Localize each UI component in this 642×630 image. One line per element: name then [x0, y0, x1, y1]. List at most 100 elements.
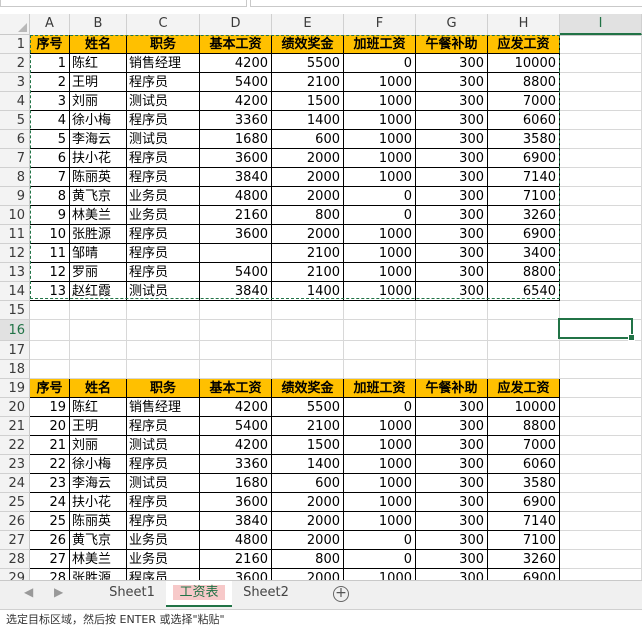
table-cell[interactable]: 4800: [200, 531, 272, 550]
empty-cell[interactable]: [30, 320, 70, 341]
empty-cell[interactable]: [560, 111, 642, 130]
table-cell[interactable]: 2160: [200, 206, 272, 225]
table-cell[interactable]: 6: [30, 149, 70, 168]
table-cell[interactable]: 2160: [200, 550, 272, 569]
table-cell[interactable]: 测试员: [127, 474, 200, 493]
table-cell[interactable]: 300: [416, 168, 488, 187]
column-header[interactable]: F: [344, 14, 416, 35]
table-cell[interactable]: 2100: [272, 73, 344, 92]
table-cell[interactable]: 4200: [200, 436, 272, 455]
table-cell[interactable]: 3840: [200, 512, 272, 531]
table-header-cell[interactable]: 加班工资: [344, 35, 416, 54]
table-header-cell[interactable]: 序号: [30, 35, 70, 54]
table-cell[interactable]: 9: [30, 206, 70, 225]
empty-cell[interactable]: [560, 436, 642, 455]
table-cell[interactable]: 5500: [272, 398, 344, 417]
empty-cell[interactable]: [70, 320, 127, 341]
row-header[interactable]: 16: [0, 320, 30, 341]
table-cell[interactable]: 4200: [200, 54, 272, 73]
empty-cell[interactable]: [560, 168, 642, 187]
table-cell[interactable]: 300: [416, 149, 488, 168]
table-cell[interactable]: 1400: [272, 282, 344, 301]
table-cell[interactable]: 7000: [488, 92, 560, 111]
row-header[interactable]: 7: [0, 149, 30, 168]
table-cell[interactable]: 13: [30, 282, 70, 301]
row-header[interactable]: 2: [0, 54, 30, 73]
table-cell[interactable]: 销售经理: [127, 398, 200, 417]
table-cell[interactable]: 程序员: [127, 111, 200, 130]
table-cell[interactable]: 4200: [200, 398, 272, 417]
table-cell[interactable]: 300: [416, 455, 488, 474]
table-cell[interactable]: 陈丽英: [70, 168, 127, 187]
table-cell[interactable]: 3580: [488, 130, 560, 149]
table-cell[interactable]: 2000: [272, 168, 344, 187]
table-cell[interactable]: 1000: [344, 73, 416, 92]
table-cell[interactable]: 2000: [272, 493, 344, 512]
table-cell[interactable]: 林美兰: [70, 206, 127, 225]
table-cell[interactable]: 300: [416, 550, 488, 569]
row-header[interactable]: 1: [0, 35, 30, 54]
table-header-cell[interactable]: 应发工资: [488, 379, 560, 398]
column-header[interactable]: I: [560, 14, 642, 35]
table-cell[interactable]: 王明: [70, 73, 127, 92]
empty-cell[interactable]: [30, 301, 70, 320]
table-cell[interactable]: 林美兰: [70, 550, 127, 569]
empty-cell[interactable]: [560, 54, 642, 73]
table-cell[interactable]: 程序员: [127, 73, 200, 92]
table-cell[interactable]: 300: [416, 398, 488, 417]
table-cell[interactable]: 1000: [344, 282, 416, 301]
table-cell[interactable]: 27: [30, 550, 70, 569]
table-header-cell[interactable]: 午餐补助: [416, 379, 488, 398]
table-cell[interactable]: 程序员: [127, 512, 200, 531]
empty-cell[interactable]: [560, 206, 642, 225]
table-cell[interactable]: 0: [344, 398, 416, 417]
empty-cell[interactable]: [200, 360, 272, 379]
row-header[interactable]: 14: [0, 282, 30, 301]
table-cell[interactable]: 10000: [488, 54, 560, 73]
row-header[interactable]: 15: [0, 301, 30, 320]
column-header[interactable]: H: [488, 14, 560, 35]
table-header-cell[interactable]: 加班工资: [344, 379, 416, 398]
table-cell[interactable]: 4: [30, 111, 70, 130]
row-header[interactable]: 26: [0, 512, 30, 531]
empty-cell[interactable]: [488, 301, 560, 320]
table-cell[interactable]: 罗丽: [70, 263, 127, 282]
empty-cell[interactable]: [560, 493, 642, 512]
table-cell[interactable]: 1680: [200, 130, 272, 149]
table-header-cell[interactable]: 午餐补助: [416, 35, 488, 54]
empty-cell[interactable]: [127, 301, 200, 320]
column-header[interactable]: E: [272, 14, 344, 35]
table-cell[interactable]: 1400: [272, 111, 344, 130]
empty-cell[interactable]: [70, 301, 127, 320]
table-cell[interactable]: 邹晴: [70, 244, 127, 263]
empty-cell[interactable]: [272, 301, 344, 320]
table-cell[interactable]: 6900: [488, 493, 560, 512]
table-cell[interactable]: 2000: [272, 531, 344, 550]
table-cell[interactable]: 22: [30, 455, 70, 474]
row-header[interactable]: 27: [0, 531, 30, 550]
empty-cell[interactable]: [560, 417, 642, 436]
row-header[interactable]: 10: [0, 206, 30, 225]
table-cell[interactable]: 300: [416, 187, 488, 206]
row-header[interactable]: 25: [0, 493, 30, 512]
table-header-cell[interactable]: 职务: [127, 35, 200, 54]
active-cell[interactable]: [558, 318, 635, 341]
empty-cell[interactable]: [70, 360, 127, 379]
table-cell[interactable]: 7: [30, 168, 70, 187]
table-cell[interactable]: 3600: [200, 493, 272, 512]
sheet-tab-salary[interactable]: 工资表: [166, 581, 232, 607]
row-header[interactable]: 21: [0, 417, 30, 436]
table-cell[interactable]: 800: [272, 550, 344, 569]
row-header[interactable]: 6: [0, 130, 30, 149]
table-cell[interactable]: 赵红霞: [70, 282, 127, 301]
table-cell[interactable]: 2000: [272, 149, 344, 168]
table-cell[interactable]: 2000: [272, 225, 344, 244]
table-cell[interactable]: 刘丽: [70, 436, 127, 455]
table-cell[interactable]: 业务员: [127, 206, 200, 225]
empty-cell[interactable]: [560, 149, 642, 168]
empty-cell[interactable]: [200, 301, 272, 320]
table-cell[interactable]: 业务员: [127, 187, 200, 206]
empty-cell[interactable]: [560, 35, 642, 54]
table-cell[interactable]: 300: [416, 263, 488, 282]
table-cell[interactable]: 1500: [272, 92, 344, 111]
